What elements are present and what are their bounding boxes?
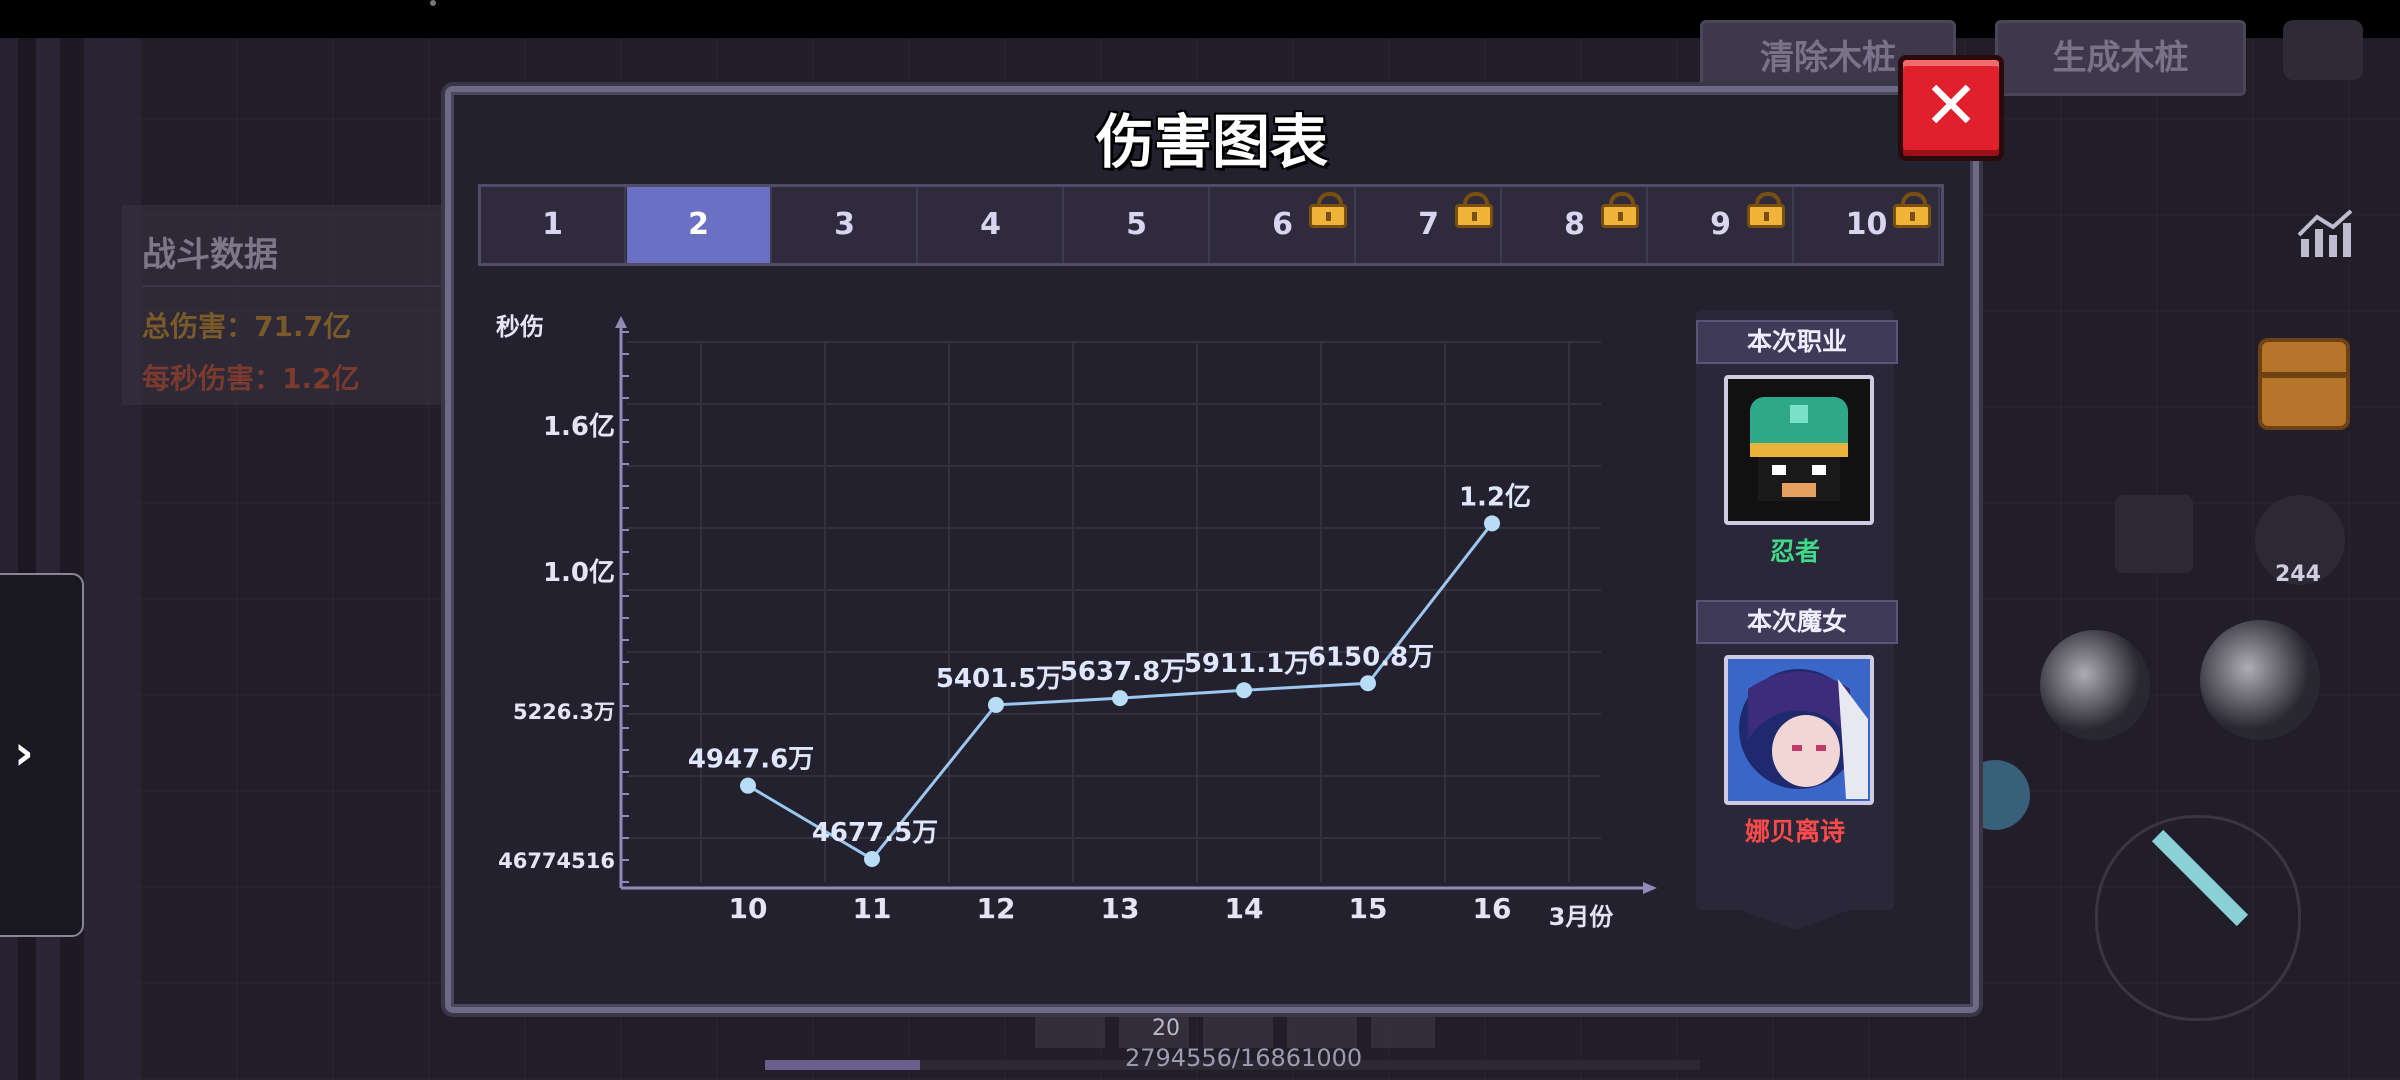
- x-tick-label: 11: [853, 892, 892, 925]
- chevron-right-icon: ›: [14, 725, 34, 781]
- skull-icon[interactable]: [2283, 20, 2363, 80]
- witch-portrait: [1724, 655, 1874, 805]
- weapon-item-icon[interactable]: [2115, 495, 2193, 573]
- treasure-chest-icon[interactable]: [2258, 338, 2350, 430]
- x-tick-label: 16: [1473, 892, 1512, 925]
- attack-button[interactable]: [2095, 815, 2301, 1021]
- tab-label: 9: [1710, 207, 1731, 242]
- data-label: 6150.8万: [1308, 642, 1434, 672]
- data-point: [1112, 690, 1128, 707]
- combat-stats-panel: 战斗数据 总伤害：71.7亿 每秒伤害：1.2亿: [122, 205, 452, 405]
- data-label: 4947.6万: [688, 745, 814, 775]
- side-panel-toggle[interactable]: ›: [0, 573, 84, 937]
- x-tick-label: 10: [729, 892, 768, 925]
- close-button[interactable]: ✕: [1898, 55, 2004, 161]
- x-tick-label: 15: [1349, 892, 1388, 925]
- tab-label: 10: [1845, 207, 1888, 242]
- ninja-portrait: [1724, 375, 1874, 525]
- x-axis-label: 3月份: [1549, 903, 1615, 931]
- xp-bar-fill: [765, 1060, 921, 1070]
- x-tick-label: 14: [1225, 892, 1264, 925]
- x-tick-label: 12: [977, 892, 1016, 925]
- run-info-panel: 本次职业 忍者 本次魔女 娜贝离诗: [1696, 310, 1898, 930]
- data-point: [740, 777, 756, 794]
- data-label: 4677.5万: [812, 818, 938, 848]
- y-tick-label: 5226.3万: [513, 700, 615, 724]
- boot-count: 244: [2275, 562, 2321, 587]
- dps-text: 每秒伤害：1.2亿: [142, 362, 360, 395]
- tab-10[interactable]: 10: [1795, 187, 1940, 263]
- chart-icon[interactable]: [2295, 205, 2359, 265]
- generate-stakes-button[interactable]: 生成木桩: [1995, 20, 2246, 96]
- class-name: 忍者: [1769, 537, 1820, 566]
- y-axis-arrow: [615, 316, 627, 328]
- panel-tail: [1696, 870, 1894, 930]
- y-tick-label: 1.6亿: [543, 412, 615, 442]
- y-tick-label: 1.0亿: [543, 558, 615, 588]
- hotbar-count: 20: [1152, 1016, 1180, 1041]
- witch-name: 娜贝离诗: [1744, 817, 1845, 846]
- data-point: [988, 696, 1004, 713]
- data-label: 5911.1万: [1184, 649, 1310, 679]
- lock-icon: [1893, 192, 1931, 228]
- lock-icon: [1747, 192, 1785, 228]
- divider: [142, 285, 442, 287]
- y-axis-label: 秒伤: [496, 313, 544, 341]
- class-header: 本次职业: [1696, 320, 1898, 364]
- total-damage-text: 总伤害：71.7亿: [142, 310, 352, 343]
- data-label: 5401.5万: [936, 664, 1062, 694]
- data-label: 1.2亿: [1459, 482, 1531, 512]
- x-axis-arrow: [1643, 882, 1657, 894]
- y-tick-label: 46774516: [498, 849, 615, 873]
- close-icon: ✕: [1923, 67, 1979, 144]
- skill-orb-2[interactable]: [2200, 620, 2320, 740]
- data-point: [1484, 515, 1500, 532]
- status-dot: [430, 0, 436, 6]
- xp-text: 2794556/16861000: [1125, 1044, 1363, 1072]
- damage-chart-dialog: 伤害图表 1 2 3 4 5 6 7 8 9 10 秒伤 3月份 46774516 5226.3万 1.0…: [445, 86, 1979, 1013]
- data-point: [864, 850, 880, 867]
- skill-orb-1[interactable]: [2040, 630, 2150, 740]
- damage-line-chart: 秒伤 3月份 46774516 5226.3万 1.0亿 1.6亿 10 11 12 13 14 15…: [496, 313, 1657, 931]
- data-point: [1236, 682, 1252, 699]
- data-point: [1360, 675, 1376, 692]
- x-tick-label: 13: [1101, 892, 1140, 925]
- combat-stats-title: 战斗数据: [142, 235, 278, 275]
- data-label: 5637.8万: [1060, 657, 1186, 687]
- witch-header: 本次魔女: [1696, 600, 1898, 644]
